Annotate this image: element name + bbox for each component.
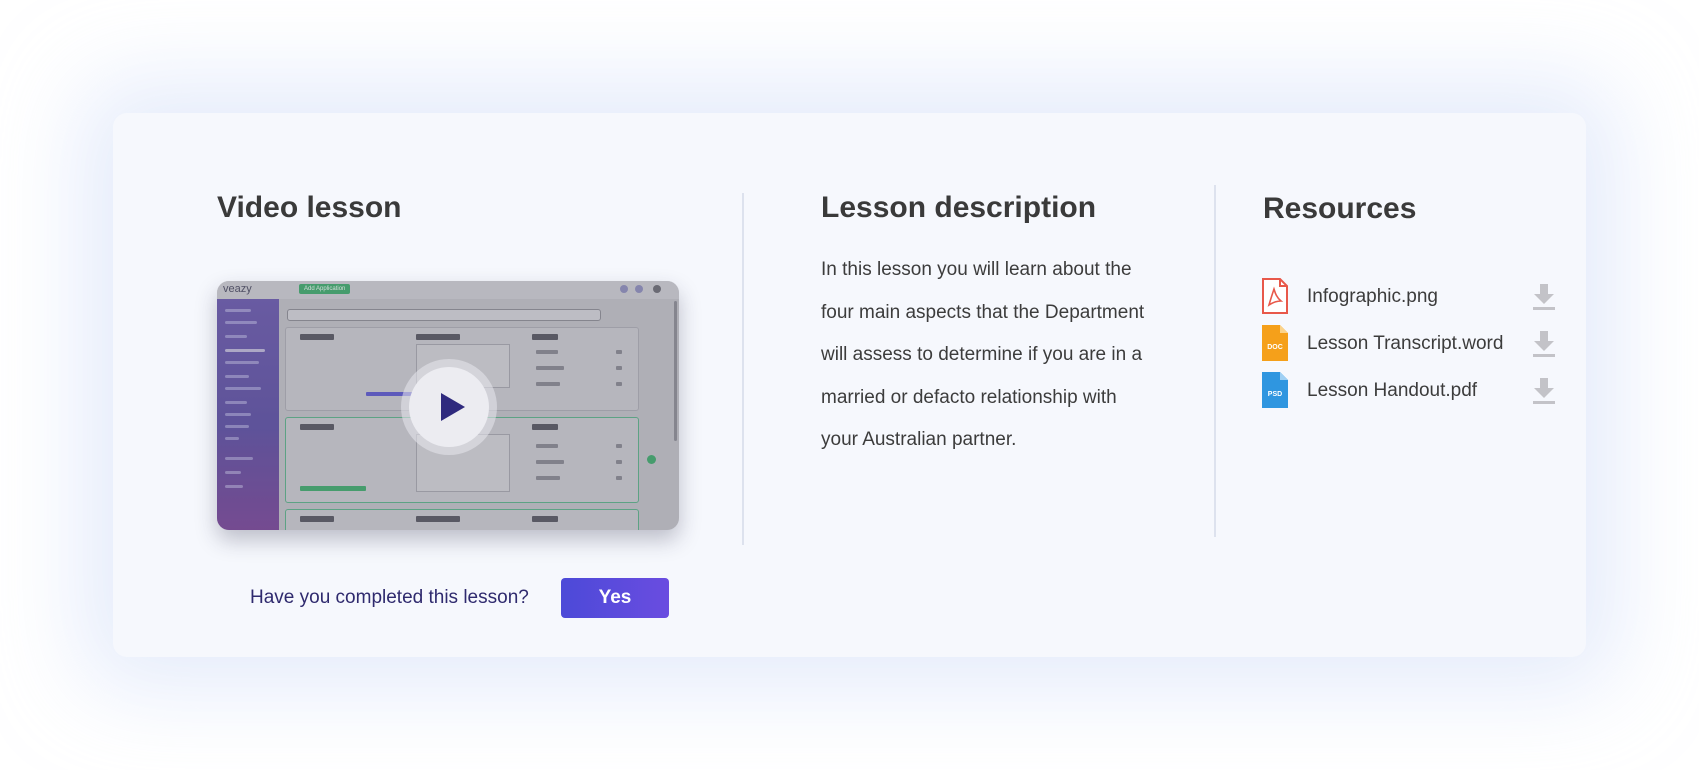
lesson-description-title: Lesson description (821, 191, 1097, 224)
doc-file-icon: DOC (1262, 325, 1288, 361)
lesson-card: Video lesson veazy Add Application Have … (113, 113, 1586, 657)
column-divider (742, 193, 744, 545)
resource-item: Infographic.png (1261, 276, 1561, 316)
resource-name[interactable]: Lesson Handout.pdf (1307, 380, 1477, 402)
resources-title: Resources (1263, 192, 1417, 225)
resource-name[interactable]: Infographic.png (1307, 286, 1438, 308)
page: Video lesson veazy Add Application Have … (0, 0, 1699, 770)
play-button[interactable] (401, 359, 497, 455)
video-player[interactable]: veazy Add Application (217, 281, 679, 530)
column-divider (1214, 185, 1216, 537)
download-icon[interactable] (1531, 329, 1557, 357)
play-icon (441, 393, 465, 421)
svg-text:DOC: DOC (1267, 344, 1283, 351)
download-icon[interactable] (1531, 376, 1557, 404)
completion-question: Have you completed this lesson? (250, 587, 529, 608)
svg-text:PSD: PSD (1268, 391, 1282, 398)
psd-file-icon: PSD (1262, 372, 1288, 408)
resource-name[interactable]: Lesson Transcript.word (1307, 333, 1503, 355)
video-lesson-title: Video lesson (217, 191, 402, 224)
pdf-file-icon (1262, 278, 1288, 314)
yes-button[interactable]: Yes (561, 578, 669, 618)
resource-item: PSD Lesson Handout.pdf (1261, 370, 1561, 410)
resource-item: DOC Lesson Transcript.word (1261, 323, 1561, 363)
lesson-description-text: In this lesson you will learn about the … (821, 259, 1145, 450)
download-icon[interactable] (1531, 282, 1557, 310)
